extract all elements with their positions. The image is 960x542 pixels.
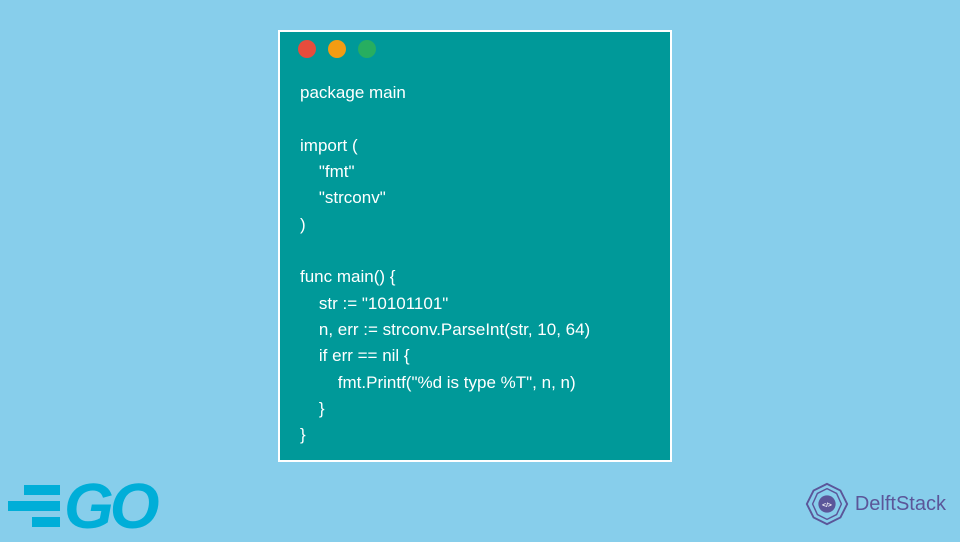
go-logo-text: GO (64, 481, 156, 532)
code-line: "strconv" (300, 188, 386, 207)
maximize-icon (358, 40, 376, 58)
code-line: func main() { (300, 267, 395, 286)
code-line: fmt.Printf("%d is type %T", n, n) (300, 373, 576, 392)
go-speed-lines-icon (8, 485, 60, 527)
close-icon (298, 40, 316, 58)
code-line: str := "10101101" (300, 294, 448, 313)
delftstack-text: DelftStack (855, 493, 946, 516)
code-line: } (300, 399, 325, 418)
code-line: n, err := strconv.ParseInt(str, 10, 64) (300, 320, 590, 339)
code-line: "fmt" (300, 162, 355, 181)
code-line: } (300, 425, 306, 444)
delftstack-logo: </> DelftStack (803, 480, 946, 528)
code-window: package main import ( "fmt" "strconv" ) … (278, 30, 672, 462)
code-block: package main import ( "fmt" "strconv" ) … (280, 66, 670, 463)
code-line: if err == nil { (300, 346, 410, 365)
delftstack-icon: </> (803, 480, 851, 528)
code-line: import ( (300, 136, 358, 155)
window-titlebar (280, 32, 670, 66)
go-logo: GO (8, 481, 156, 532)
svg-text:</>: </> (822, 502, 832, 509)
code-line: package main (300, 83, 406, 102)
minimize-icon (328, 40, 346, 58)
code-line: ) (300, 215, 306, 234)
